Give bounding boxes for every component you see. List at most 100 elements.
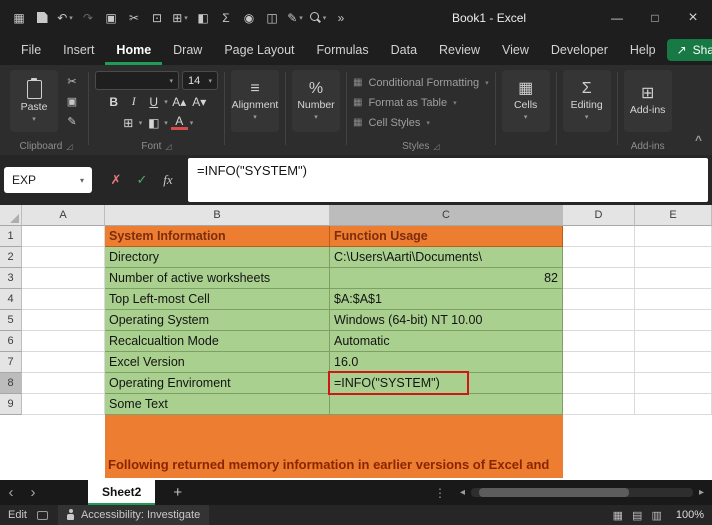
format-painter-button[interactable]: ✎ [62,113,82,130]
tab-insert[interactable]: Insert [52,35,105,65]
dropdown-arrow-icon[interactable]: ▾ [164,98,168,106]
cut-button[interactable]: ✂ [62,73,82,90]
cell-b2[interactable]: Directory [105,247,330,268]
tab-help[interactable]: Help [619,35,667,65]
cell-d2[interactable] [563,247,635,268]
increase-font-button[interactable]: A▴ [171,93,188,111]
column-header-a[interactable]: A [22,205,105,226]
font-size-combo[interactable]: 14 ▾ [182,71,218,90]
cell-d3[interactable] [563,268,635,289]
cell-a5[interactable] [22,310,105,331]
fill-color-icon[interactable]: ◧ [192,6,214,30]
page-layout-view-icon[interactable]: ▤ [632,509,642,522]
cell-e3[interactable] [635,268,712,289]
cell-styles-button[interactable]: ▦ Cell Styles ▾ [353,114,430,131]
minimize-button[interactable]: — [598,0,636,35]
dialog-launcher-icon[interactable]: ◿ [165,142,171,151]
scrollbar-thumb[interactable] [478,488,629,497]
cell-b6[interactable]: Recalcualtion Mode [105,331,330,352]
cell-e7[interactable] [635,352,712,373]
column-header-c[interactable]: C [330,205,563,226]
cell-a3[interactable] [22,268,105,289]
column-header-b[interactable]: B [105,205,330,226]
copy-button[interactable]: ▣ [62,93,82,110]
cell-b9[interactable]: Some Text [105,394,330,415]
paste-special-icon[interactable]: ⊡ [146,6,168,30]
tab-data[interactable]: Data [380,35,428,65]
tab-home[interactable]: Home [105,35,162,65]
zoom-level[interactable]: 100% [676,509,704,521]
cell-d6[interactable] [563,331,635,352]
cell-e4[interactable] [635,289,712,310]
dropdown-arrow-icon[interactable]: ▾ [190,119,194,127]
cell-b5[interactable]: Operating System [105,310,330,331]
normal-view-icon[interactable]: ▦ [613,509,623,522]
cell-a1[interactable] [22,226,105,247]
cell-c5[interactable]: Windows (64-bit) NT 10.00 [330,310,563,331]
next-sheet-icon[interactable]: › [22,484,44,501]
borders-button[interactable]: ⊞ [120,114,137,132]
cell-c8-active[interactable]: =INFO("SYSTEM") [328,371,563,395]
dialog-launcher-icon[interactable]: ◿ [66,142,72,151]
italic-button[interactable]: I [125,93,142,111]
undo-icon[interactable]: ↶ ▾ [54,6,76,30]
cell-c3[interactable]: 82 [330,268,563,289]
conditional-formatting-button[interactable]: ▦ Conditional Formatting ▾ [353,74,489,91]
tab-draw[interactable]: Draw [162,35,213,65]
paste-button[interactable]: Paste ▾ [10,70,58,132]
tab-developer[interactable]: Developer [540,35,619,65]
row-header-9[interactable]: 9 [0,394,22,415]
editing-button[interactable]: Σ Editing ▾ [562,70,611,132]
cell-d5[interactable] [563,310,635,331]
alignment-button[interactable]: ≡ Alignment ▾ [231,70,279,132]
cell-e8[interactable] [635,373,712,394]
row-header-6[interactable]: 6 [0,331,22,352]
select-all-corner[interactable] [0,205,22,226]
close-button[interactable]: × [674,0,712,35]
draw-icon[interactable]: ✎ ▾ [284,6,306,30]
cell-d1[interactable] [563,226,635,247]
cell-c4[interactable]: $A:$A$1 [330,289,563,310]
share-button[interactable]: ↗ Share ▾ [666,39,712,61]
camera-icon[interactable]: ◉ [238,6,260,30]
row-header-1[interactable]: 1 [0,226,22,247]
cell-a4[interactable] [22,289,105,310]
number-button[interactable]: % Number ▾ [292,70,340,132]
maximize-button[interactable]: □ [636,0,674,35]
cell-e6[interactable] [635,331,712,352]
addins-button[interactable]: ⊞ Add-ins [623,70,672,132]
cell-d9[interactable] [563,394,635,415]
copy-icon[interactable]: ▣ [100,6,122,30]
tab-view[interactable]: View [491,35,540,65]
row-header-3[interactable]: 3 [0,268,22,289]
row-header-8[interactable]: 8 [0,373,22,394]
column-header-d[interactable]: D [563,205,635,226]
insert-function-icon[interactable]: fx [156,167,180,193]
macro-record-icon[interactable] [36,510,48,520]
tab-formulas[interactable]: Formulas [306,35,380,65]
dialog-launcher-icon[interactable]: ◿ [433,142,439,151]
splitter-dots-icon[interactable]: ⋮ [428,486,452,500]
previous-sheet-icon[interactable]: ‹ [0,484,22,501]
save-icon[interactable] [31,6,53,30]
dropdown-arrow-icon[interactable]: ▾ [139,119,143,127]
cell-c6[interactable]: Automatic [330,331,563,352]
cell-b4[interactable]: Top Left-most Cell [105,289,330,310]
autosum-icon[interactable]: Σ [215,6,237,30]
collapse-ribbon-icon[interactable]: ^ [695,133,702,147]
chart-icon[interactable]: ◫ [261,6,283,30]
more-commands-icon[interactable]: » [330,6,352,30]
column-header-e[interactable]: E [635,205,712,226]
cell-a2[interactable] [22,247,105,268]
formula-input[interactable]: =INFO("SYSTEM") [188,158,708,202]
tab-page-layout[interactable]: Page Layout [213,35,305,65]
cell-c1[interactable]: Function Usage [330,226,563,247]
cell-d8[interactable] [563,373,635,394]
cell-b8[interactable]: Operating Enviroment [105,373,330,394]
cell-c9[interactable] [330,394,563,415]
search-icon[interactable]: ▾ [307,6,329,30]
row-header-5[interactable]: 5 [0,310,22,331]
tab-review[interactable]: Review [428,35,491,65]
cell-e2[interactable] [635,247,712,268]
page-break-view-icon[interactable]: ▥ [651,509,661,522]
